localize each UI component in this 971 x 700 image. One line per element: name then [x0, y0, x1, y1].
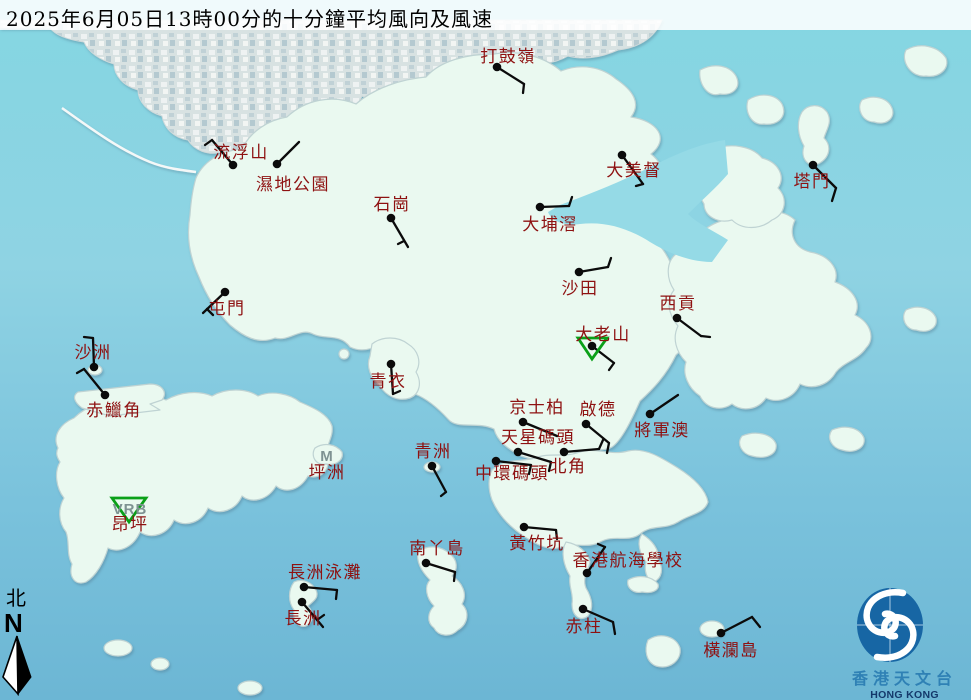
- station-dot: [100, 390, 110, 400]
- north-cn-label: 北: [6, 586, 26, 610]
- station-dot: [386, 359, 396, 369]
- station-label: 橫瀾島: [703, 641, 759, 661]
- station-dot: [645, 409, 655, 419]
- wind-barb-icon: [538, 204, 571, 209]
- station-label: 石崗: [374, 195, 411, 215]
- station-label: 大老山: [575, 325, 631, 345]
- north-letter: N: [4, 608, 23, 638]
- hko-logo: 香港天文台 HONG KONG OBSERVATORY: [838, 586, 971, 700]
- station-label: 北角: [550, 457, 587, 477]
- station-dot: [808, 160, 818, 170]
- wind-barb-icon: [521, 82, 526, 95]
- wind-barb-icon: [334, 588, 339, 601]
- station-label: 沙田: [562, 279, 599, 299]
- station-ngong-ping: VRB昂坪: [109, 496, 149, 535]
- station-label: 中環碼頭: [475, 464, 549, 484]
- station-label: 青洲: [415, 442, 452, 462]
- station-label: 青衣: [370, 372, 407, 392]
- station-label: 長洲: [285, 609, 322, 629]
- station-label: 啟德: [580, 400, 617, 420]
- station-label: 長洲泳灘: [288, 563, 362, 583]
- station-dot: [535, 202, 545, 212]
- wind-barb-icon: [699, 334, 712, 339]
- station-dot: [574, 267, 584, 277]
- station-label: 濕地公園: [256, 175, 330, 195]
- station-dot: [272, 159, 282, 169]
- station-label: 流浮山: [213, 143, 269, 163]
- station-label: 黃竹坑: [509, 534, 565, 554]
- station-label: 赤柱: [566, 617, 603, 637]
- station-label: 大埔滘: [522, 215, 578, 235]
- station-dot: [220, 287, 230, 297]
- station-dot: [427, 461, 437, 471]
- station-label: 大美督: [606, 161, 662, 181]
- station-label: 天星碼頭: [501, 428, 575, 448]
- station-label: 屯門: [209, 299, 246, 319]
- wind-map-screen: 流浮山 濕地公園 打鼓嶺 大美督 塔門 石崗 大埔滘 沙田 西貢 大老山 屯門 沙洲 赤鱲角 VRB 昂坪 M…: [0, 0, 971, 700]
- station-label: 打鼓嶺: [480, 47, 536, 67]
- station-label: 香港航海學校: [573, 551, 684, 571]
- hko-name-english: HONG KONG OBSERVATORY: [870, 689, 939, 700]
- station-label: 西貢: [660, 294, 697, 314]
- station-label: 京士柏: [509, 398, 565, 418]
- station-dot: [89, 362, 99, 372]
- north-indicator: 北 N: [0, 584, 44, 700]
- station-dot: [578, 604, 588, 614]
- station-dot: [716, 628, 726, 638]
- map-title: 2025年6月05日13時00分的十分鐘平均風向及風速: [0, 0, 971, 31]
- station-label: 沙洲: [75, 343, 112, 363]
- station-dot: [559, 447, 569, 457]
- hong-kong-basemap: 流浮山濕地公園打鼓嶺大美督塔門石崗大埔滘沙田西貢大老山屯門沙洲赤鱲角VRB昂坪M…: [0, 0, 971, 700]
- station-label: 赤鱲角: [86, 401, 142, 421]
- hko-name-chinese: 香港天文台: [851, 669, 957, 688]
- station-dot: [519, 522, 529, 532]
- station-label: 昂坪: [112, 515, 149, 535]
- wind-barb-icon: [452, 570, 457, 583]
- station-label: 將軍澳: [634, 421, 690, 441]
- station-dot: [299, 582, 309, 592]
- station-dot: [672, 313, 682, 323]
- station-dot: [617, 150, 627, 160]
- station-dot: [518, 417, 528, 427]
- hko-logo-icon: [857, 588, 923, 662]
- north-arrow-icon: [2, 635, 32, 697]
- station-label: 坪洲: [309, 463, 346, 483]
- station-dot: [421, 558, 431, 568]
- station-label: 塔門: [794, 172, 831, 192]
- station-label: 南丫島: [409, 539, 465, 559]
- station-dot: [297, 597, 307, 607]
- station-dot: [513, 447, 523, 457]
- wind-barb-icon: [82, 335, 95, 340]
- station-dot: [581, 419, 591, 429]
